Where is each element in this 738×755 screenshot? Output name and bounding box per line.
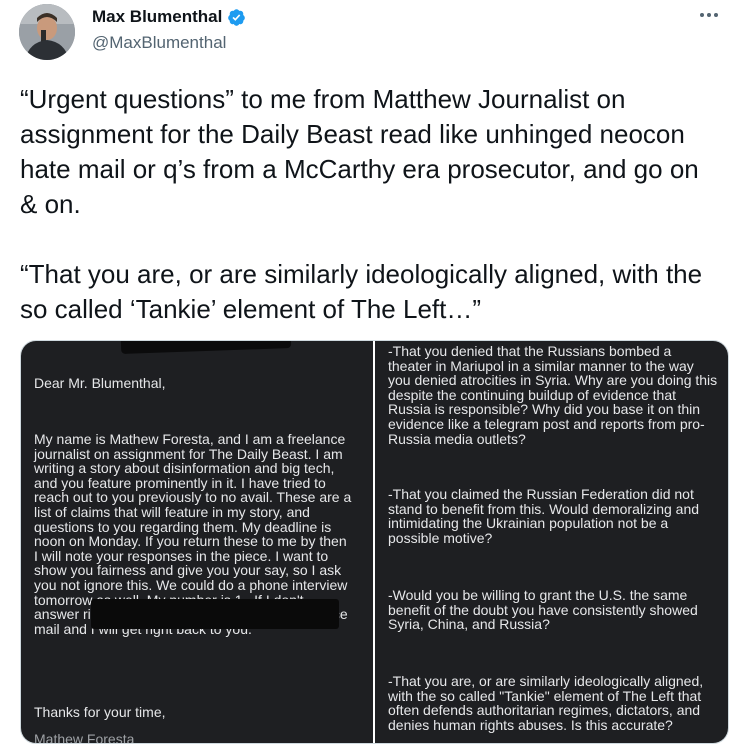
media-attachments: Dear Mr. Blumenthal, My name is Mathew F…	[20, 340, 729, 744]
redacted-phone-number	[91, 599, 339, 629]
question-item: -That you are, or are similarly ideologi…	[388, 673, 704, 733]
letter-signature: Mathew Foresta	[34, 731, 135, 743]
media-image-left[interactable]: Dear Mr. Blumenthal, My name is Mathew F…	[21, 341, 373, 743]
letter-greeting: Dear Mr. Blumenthal,	[34, 375, 166, 391]
avatar[interactable]	[19, 4, 75, 60]
tweet-text: “Urgent questions” to me from Matthew Jo…	[20, 82, 720, 327]
verified-badge-icon	[228, 8, 246, 26]
redaction-bar	[120, 341, 292, 354]
more-options-icon[interactable]	[696, 4, 722, 26]
question-item: -That you claimed the Russian Federation…	[388, 486, 700, 546]
question-item: -Would you be willing to grant the U.S. …	[388, 587, 698, 633]
question-item: -That you denied that the Russians bombe…	[388, 343, 718, 447]
letter-closing: Thanks for your time,	[34, 704, 166, 720]
media-image-right[interactable]: -That you denied that the Russians bombe…	[375, 341, 728, 743]
tweet-paragraph: “That you are, or are similarly ideologi…	[20, 259, 703, 324]
author-name[interactable]: Max Blumenthal	[92, 7, 222, 27]
tweet-paragraph: “Urgent questions” to me from Matthew Jo…	[20, 84, 699, 219]
avatar-image	[19, 4, 75, 60]
author-handle[interactable]: @MaxBlumenthal	[92, 33, 226, 53]
